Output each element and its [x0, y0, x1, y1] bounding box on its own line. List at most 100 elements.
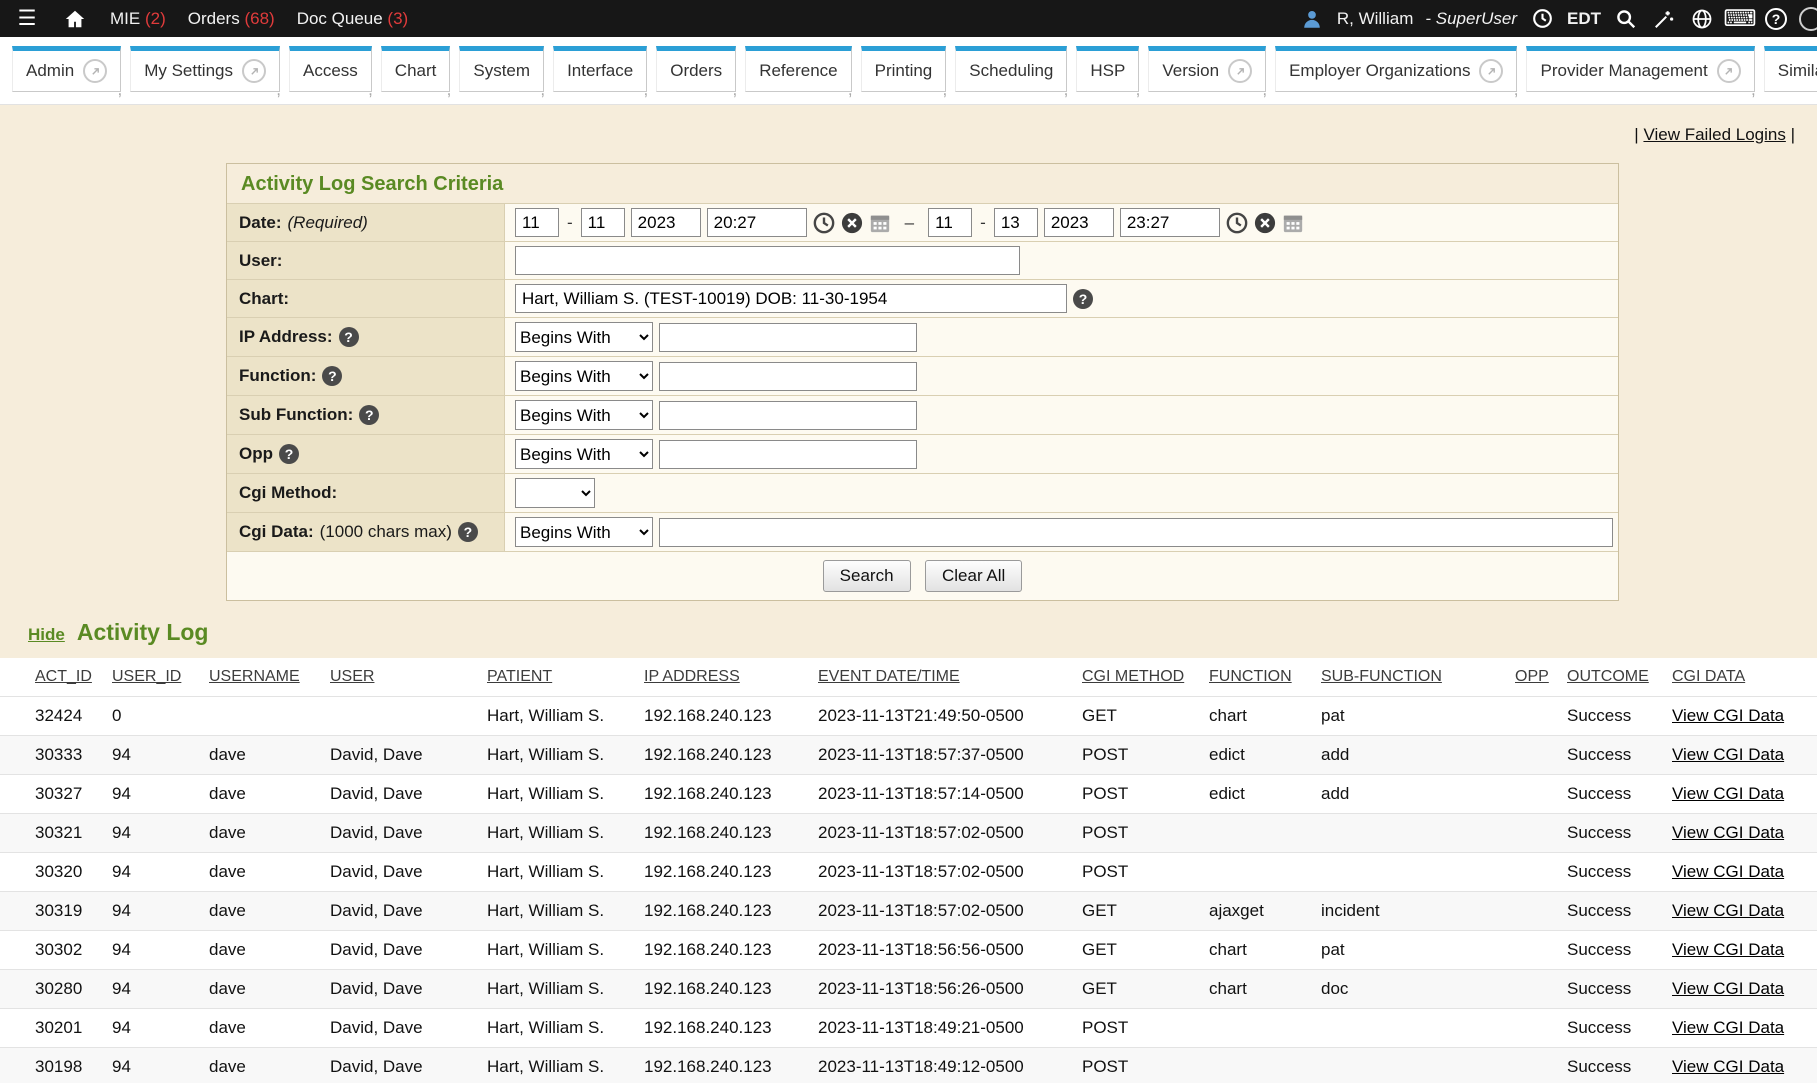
search-button[interactable]: Search [823, 560, 911, 592]
time-picker-icon[interactable] [1226, 212, 1248, 234]
user-icon[interactable] [1299, 6, 1325, 32]
clear-date-icon[interactable] [1254, 212, 1276, 234]
popout-icon[interactable] [1479, 59, 1503, 83]
clipped-circle-icon[interactable] [1799, 7, 1817, 31]
col-cgi-method[interactable]: CGI METHOD [1082, 658, 1209, 697]
tab-reference[interactable]: Reference [745, 46, 851, 92]
nav-doc-queue[interactable]: Doc Queue (3) [297, 9, 409, 29]
user-row: User: [227, 241, 1618, 279]
view-failed-logins-link[interactable]: View Failed Logins [1643, 125, 1785, 144]
view-cgi-data-link[interactable]: View CGI Data [1672, 862, 1784, 881]
keyboard-icon[interactable] [1727, 6, 1753, 32]
col-outcome[interactable]: OUTCOME [1567, 658, 1672, 697]
orders-count-badge: (68) [244, 9, 274, 28]
view-cgi-data-link[interactable]: View CGI Data [1672, 1057, 1784, 1076]
tab-chart[interactable]: Chart [381, 46, 451, 92]
popout-icon[interactable] [1717, 59, 1741, 83]
chart-input[interactable] [515, 284, 1067, 313]
user-input[interactable] [515, 246, 1020, 275]
view-cgi-data-link[interactable]: View CGI Data [1672, 823, 1784, 842]
cell-user: David, Dave [330, 892, 487, 931]
tab-admin[interactable]: Admin [12, 46, 121, 92]
tab-my-settings[interactable]: My Settings [130, 46, 280, 92]
home-icon[interactable] [62, 6, 88, 32]
time-picker-icon[interactable] [813, 212, 835, 234]
col-user[interactable]: USER [330, 658, 487, 697]
view-cgi-data-link[interactable]: View CGI Data [1672, 706, 1784, 725]
col-act-id[interactable]: ACT_ID [0, 658, 112, 697]
tab-similar-exposu[interactable]: Similar Exposu [1764, 46, 1817, 92]
tab-access[interactable]: Access [289, 46, 372, 92]
popout-icon[interactable] [242, 59, 266, 83]
tab-version[interactable]: Version [1148, 46, 1266, 92]
date-to-year-input[interactable] [1044, 208, 1114, 237]
tab-system[interactable]: System [459, 46, 544, 92]
hide-link[interactable]: Hide [28, 625, 65, 645]
wand-icon[interactable] [1651, 6, 1677, 32]
ip-help-icon[interactable] [339, 327, 359, 347]
popout-icon[interactable] [83, 59, 107, 83]
col-sub-function[interactable]: SUB-FUNCTION [1321, 658, 1515, 697]
sub-function-match-select[interactable]: Begins With [515, 400, 653, 430]
tab-interface[interactable]: Interface [553, 46, 647, 92]
cgi-data-help-icon[interactable] [458, 522, 478, 542]
cell-user-id: 94 [112, 892, 209, 931]
tab-scheduling[interactable]: Scheduling [955, 46, 1067, 92]
view-cgi-data-link[interactable]: View CGI Data [1672, 745, 1784, 764]
chart-help-icon[interactable] [1073, 289, 1093, 309]
opp-input[interactable] [659, 440, 917, 469]
user-name[interactable]: R, William [1337, 9, 1414, 29]
cell-cgi-method: POST [1082, 775, 1209, 814]
hamburger-menu-icon[interactable] [14, 6, 40, 32]
col-ip-address[interactable]: IP ADDRESS [644, 658, 818, 697]
view-cgi-data-link[interactable]: View CGI Data [1672, 1018, 1784, 1037]
date-from-day-input[interactable] [581, 208, 625, 237]
view-cgi-data-link[interactable]: View CGI Data [1672, 979, 1784, 998]
col-function[interactable]: FUNCTION [1209, 658, 1321, 697]
tab-provider-management[interactable]: Provider Management [1526, 46, 1754, 92]
col-cgi-data[interactable]: CGI DATA [1672, 658, 1817, 697]
col-user-id[interactable]: USER_ID [112, 658, 209, 697]
col-event-datetime[interactable]: EVENT DATE/TIME [818, 658, 1082, 697]
opp-match-select[interactable]: Begins With [515, 439, 653, 469]
clear-all-button[interactable]: Clear All [925, 560, 1022, 592]
date-to-month-input[interactable] [928, 208, 972, 237]
view-cgi-data-link[interactable]: View CGI Data [1672, 901, 1784, 920]
sub-function-input[interactable] [659, 401, 917, 430]
function-input[interactable] [659, 362, 917, 391]
sub-function-help-icon[interactable] [359, 405, 379, 425]
date-from-month-input[interactable] [515, 208, 559, 237]
col-patient[interactable]: PATIENT [487, 658, 644, 697]
ip-match-select[interactable]: Begins With [515, 322, 653, 352]
cgi-method-select[interactable] [515, 478, 595, 508]
cgi-data-input[interactable] [659, 518, 1613, 547]
tab-employer-organizations[interactable]: Employer Organizations [1275, 46, 1517, 92]
globe-icon[interactable] [1689, 6, 1715, 32]
tab-printing[interactable]: Printing [861, 46, 947, 92]
calendar-icon[interactable] [869, 212, 891, 234]
cgi-data-match-select[interactable]: Begins With [515, 517, 653, 547]
col-username[interactable]: USERNAME [209, 658, 330, 697]
opp-help-icon[interactable] [279, 444, 299, 464]
date-from-year-input[interactable] [631, 208, 701, 237]
help-icon[interactable] [1765, 8, 1787, 30]
view-cgi-data-link[interactable]: View CGI Data [1672, 940, 1784, 959]
ip-address-input[interactable] [659, 323, 917, 352]
clock-icon[interactable] [1529, 6, 1555, 32]
date-to-day-input[interactable] [994, 208, 1038, 237]
nav-mie[interactable]: MIE (2) [110, 9, 166, 29]
date-to-time-input[interactable] [1120, 208, 1220, 237]
calendar-icon[interactable] [1282, 212, 1304, 234]
tab-hsp[interactable]: HSP [1076, 46, 1139, 92]
view-cgi-data-link[interactable]: View CGI Data [1672, 784, 1784, 803]
tab-orders[interactable]: Orders [656, 46, 736, 92]
col-opp[interactable]: OPP [1515, 658, 1567, 697]
search-icon[interactable] [1613, 6, 1639, 32]
clear-date-icon[interactable] [841, 212, 863, 234]
popout-icon[interactable] [1228, 59, 1252, 83]
cell-event-datetime: 2023-11-13T18:57:37-0500 [818, 736, 1082, 775]
date-from-time-input[interactable] [707, 208, 807, 237]
function-match-select[interactable]: Begins With [515, 361, 653, 391]
function-help-icon[interactable] [322, 366, 342, 386]
nav-orders[interactable]: Orders (68) [188, 9, 275, 29]
